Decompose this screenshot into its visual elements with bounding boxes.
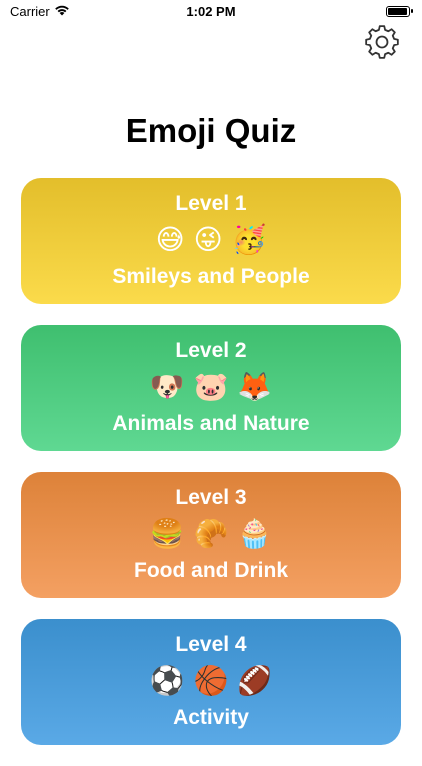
wifi-icon <box>54 4 70 19</box>
battery-fill <box>388 7 407 15</box>
level-card-4[interactable]: Level 4 ⚽ 🏀 🏈 Activity <box>21 619 401 745</box>
level-emojis: ⚽ 🏀 🏈 <box>149 664 273 697</box>
level-list: Level 1 😅 😜 🥳 Smileys and People Level 2… <box>21 178 401 766</box>
level-title: Level 3 <box>175 486 247 509</box>
level-card-2[interactable]: Level 2 🐶 🐷 🦊 Animals and Nature <box>21 325 401 451</box>
level-title: Level 4 <box>175 633 247 656</box>
level-emojis: 🍔 🥐 🧁 <box>149 517 273 550</box>
status-left: Carrier <box>10 4 70 19</box>
level-category: Smileys and People <box>112 265 310 288</box>
status-bar: Carrier 1:02 PM <box>0 0 422 22</box>
level-emojis: 🐶 🐷 🦊 <box>149 370 273 403</box>
page-title: Emoji Quiz <box>125 112 297 149</box>
level-category: Animals and Nature <box>112 412 310 435</box>
level-title: Level 2 <box>175 339 247 362</box>
level-card-3[interactable]: Level 3 🍔 🥐 🧁 Food and Drink <box>21 472 401 598</box>
level-category: Food and Drink <box>134 559 288 582</box>
gear-icon <box>363 23 401 66</box>
battery-icon <box>386 5 413 17</box>
carrier-label: Carrier <box>10 3 50 19</box>
level-category: Activity <box>173 706 249 729</box>
level-title: Level 1 <box>175 192 247 215</box>
settings-button[interactable] <box>360 22 404 66</box>
level-emojis: 😅 😜 🥳 <box>155 223 267 256</box>
level-card-1[interactable]: Level 1 😅 😜 🥳 Smileys and People <box>21 178 401 304</box>
